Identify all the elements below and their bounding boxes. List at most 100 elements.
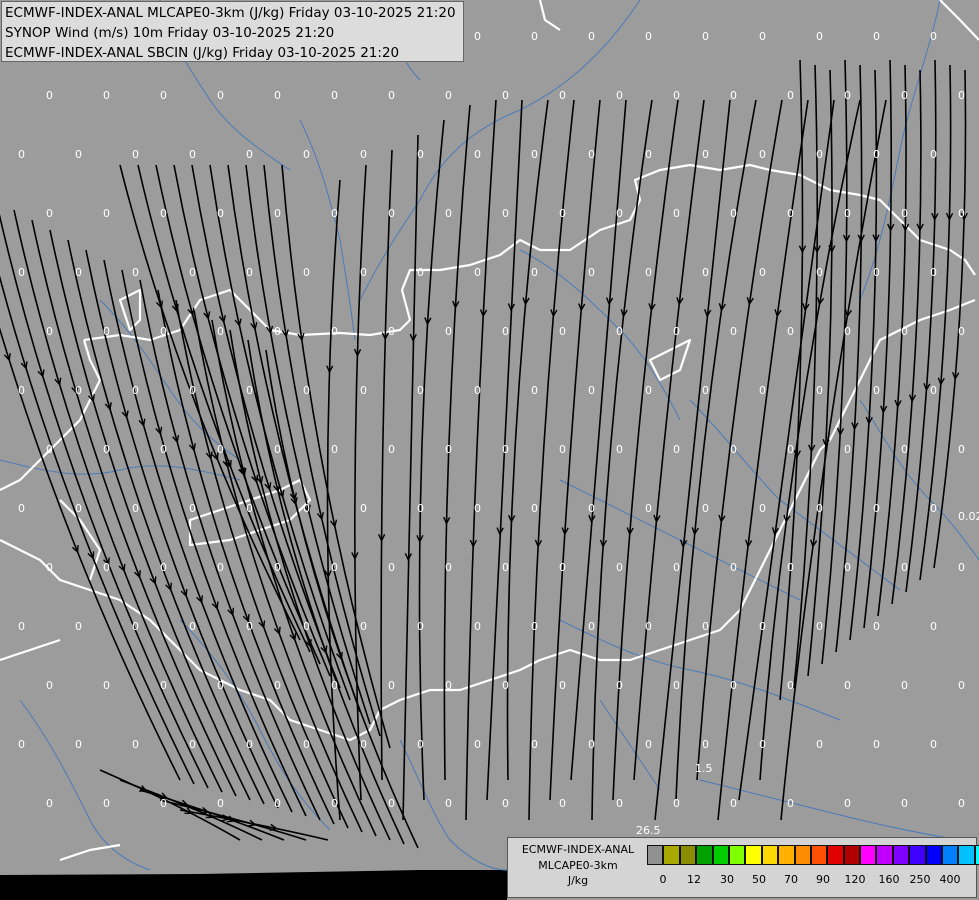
cape-value-label: 0: [445, 325, 452, 338]
cape-value-label: 0: [702, 30, 709, 43]
cape-value-label: 0: [844, 679, 851, 692]
legend-swatch: [925, 845, 943, 865]
cape-value-label: 0: [930, 148, 937, 161]
cape-value-label: 0: [388, 207, 395, 220]
cape-value-label: 0: [417, 148, 424, 161]
cape-value-label: 0: [331, 325, 338, 338]
cape-value-label: 0: [901, 561, 908, 574]
cape-value-label: 0: [930, 620, 937, 633]
cape-value-label: 0: [46, 207, 53, 220]
cape-value-label: 0: [160, 443, 167, 456]
cape-value-label: 0: [873, 502, 880, 515]
cape-value-label: 0: [873, 384, 880, 397]
color-legend: ECMWF-INDEX-ANAL MLCAPE0-3km J/kg 0 12 30 5…: [507, 837, 979, 898]
cape-value-label: 0: [75, 738, 82, 751]
cape-value-label: 0: [531, 502, 538, 515]
cape-value-label: 0: [360, 148, 367, 161]
legend-label: ECMWF-INDEX-ANAL MLCAPE0-3km J/kg: [511, 842, 645, 889]
cape-value-label: 0: [474, 266, 481, 279]
cape-value-label: 0: [303, 148, 310, 161]
cape-value-label: 0: [759, 738, 766, 751]
cape-value-label: 0: [388, 443, 395, 456]
cape-value-label: 0: [502, 325, 509, 338]
cape-value-label: 0: [103, 679, 110, 692]
cape-value-label: 0: [901, 325, 908, 338]
cape-value-label: 0: [75, 148, 82, 161]
cape-value-label: 0: [160, 679, 167, 692]
cape-value-label: 0: [75, 384, 82, 397]
cape-value-label: 0: [531, 266, 538, 279]
legend-tick-label: 30: [720, 873, 734, 886]
cape-value-label: 0: [502, 561, 509, 574]
cape-value-label: 0: [702, 384, 709, 397]
cape-value-label: 0: [958, 207, 965, 220]
cape-value-label: 0: [645, 30, 652, 43]
cape-value-label: 0: [331, 679, 338, 692]
cape-value-label: 0: [46, 679, 53, 692]
cape-value-label: 0: [417, 384, 424, 397]
cape-value-label: 0: [246, 620, 253, 633]
cape-value-label: 0: [18, 502, 25, 515]
cape-value-label: 0: [103, 797, 110, 810]
cape-value-label: 0: [958, 679, 965, 692]
cape-value-label: 0: [958, 443, 965, 456]
cape-value-label-special: 1.5: [695, 762, 713, 775]
cape-value-label: 0: [274, 797, 281, 810]
cape-value-label: 0: [18, 620, 25, 633]
cape-value-label: 0: [730, 561, 737, 574]
cape-value-label: 0: [702, 738, 709, 751]
cape-value-label: 0: [417, 738, 424, 751]
cape-value-label: 0: [331, 207, 338, 220]
cape-value-label: 0: [132, 148, 139, 161]
cape-value-label: 0: [816, 384, 823, 397]
cape-value-label: 0: [958, 797, 965, 810]
cape-value-label-special: 0.02: [958, 510, 979, 523]
cape-value-label: 0: [730, 679, 737, 692]
cape-value-label: 0: [160, 561, 167, 574]
cape-value-label: 0: [217, 679, 224, 692]
cape-value-label: 0: [730, 325, 737, 338]
cape-value-label: 0: [673, 207, 680, 220]
cape-value-label: 0: [702, 266, 709, 279]
cape-value-label: 0: [559, 89, 566, 102]
legend-swatch: [679, 845, 697, 865]
legend-parameter: MLCAPE0-3km: [538, 858, 618, 872]
cape-value-label: 0: [645, 384, 652, 397]
cape-value-label: 0: [18, 738, 25, 751]
legend-tick-label: 70: [784, 873, 798, 886]
legend-swatch: [761, 845, 779, 865]
cape-value-label: 0: [502, 797, 509, 810]
legend-swatch: [876, 845, 893, 865]
cape-value-label: 0: [189, 384, 196, 397]
cape-value-label: 0: [759, 266, 766, 279]
legend-swatch: [745, 845, 762, 865]
cape-value-label: 0: [930, 266, 937, 279]
cape-value-label: 0: [588, 738, 595, 751]
cape-value-label: 0: [759, 384, 766, 397]
cape-value-label: 0: [559, 679, 566, 692]
cape-value-label: 0: [616, 561, 623, 574]
cape-value-label: 0: [217, 89, 224, 102]
title-mlcape: ECMWF-INDEX-ANAL MLCAPE0-3km (J/kg) Frid…: [5, 5, 456, 21]
legend-ticks: 0 12 30 50 70 90 120 160 250 400: [647, 873, 977, 889]
cape-value-label: 0: [673, 679, 680, 692]
cape-value-label: 0: [474, 738, 481, 751]
legend-tick-label: 120: [844, 873, 866, 886]
cape-value-label: 0: [303, 266, 310, 279]
legend-swatch: [909, 845, 926, 865]
cape-value-label: 0: [645, 738, 652, 751]
legend-swatch: [663, 845, 680, 865]
title-sbcin: ECMWF-INDEX-ANAL SBCIN (J/kg) Friday 03-…: [5, 45, 400, 61]
cape-value-label: 0: [502, 443, 509, 456]
cape-value-label: 0: [531, 384, 538, 397]
cape-value-label: 0: [103, 443, 110, 456]
legend-swatch: [696, 845, 713, 865]
cape-value-label: 0: [75, 620, 82, 633]
cape-value-label: 0: [46, 325, 53, 338]
cape-value-label: 0: [474, 620, 481, 633]
cape-value-label: 0: [588, 502, 595, 515]
cape-value-label: 0: [303, 620, 310, 633]
cape-value-label: 0: [160, 797, 167, 810]
legend-tick-label: 50: [752, 873, 766, 886]
cape-value-label: 0: [588, 30, 595, 43]
